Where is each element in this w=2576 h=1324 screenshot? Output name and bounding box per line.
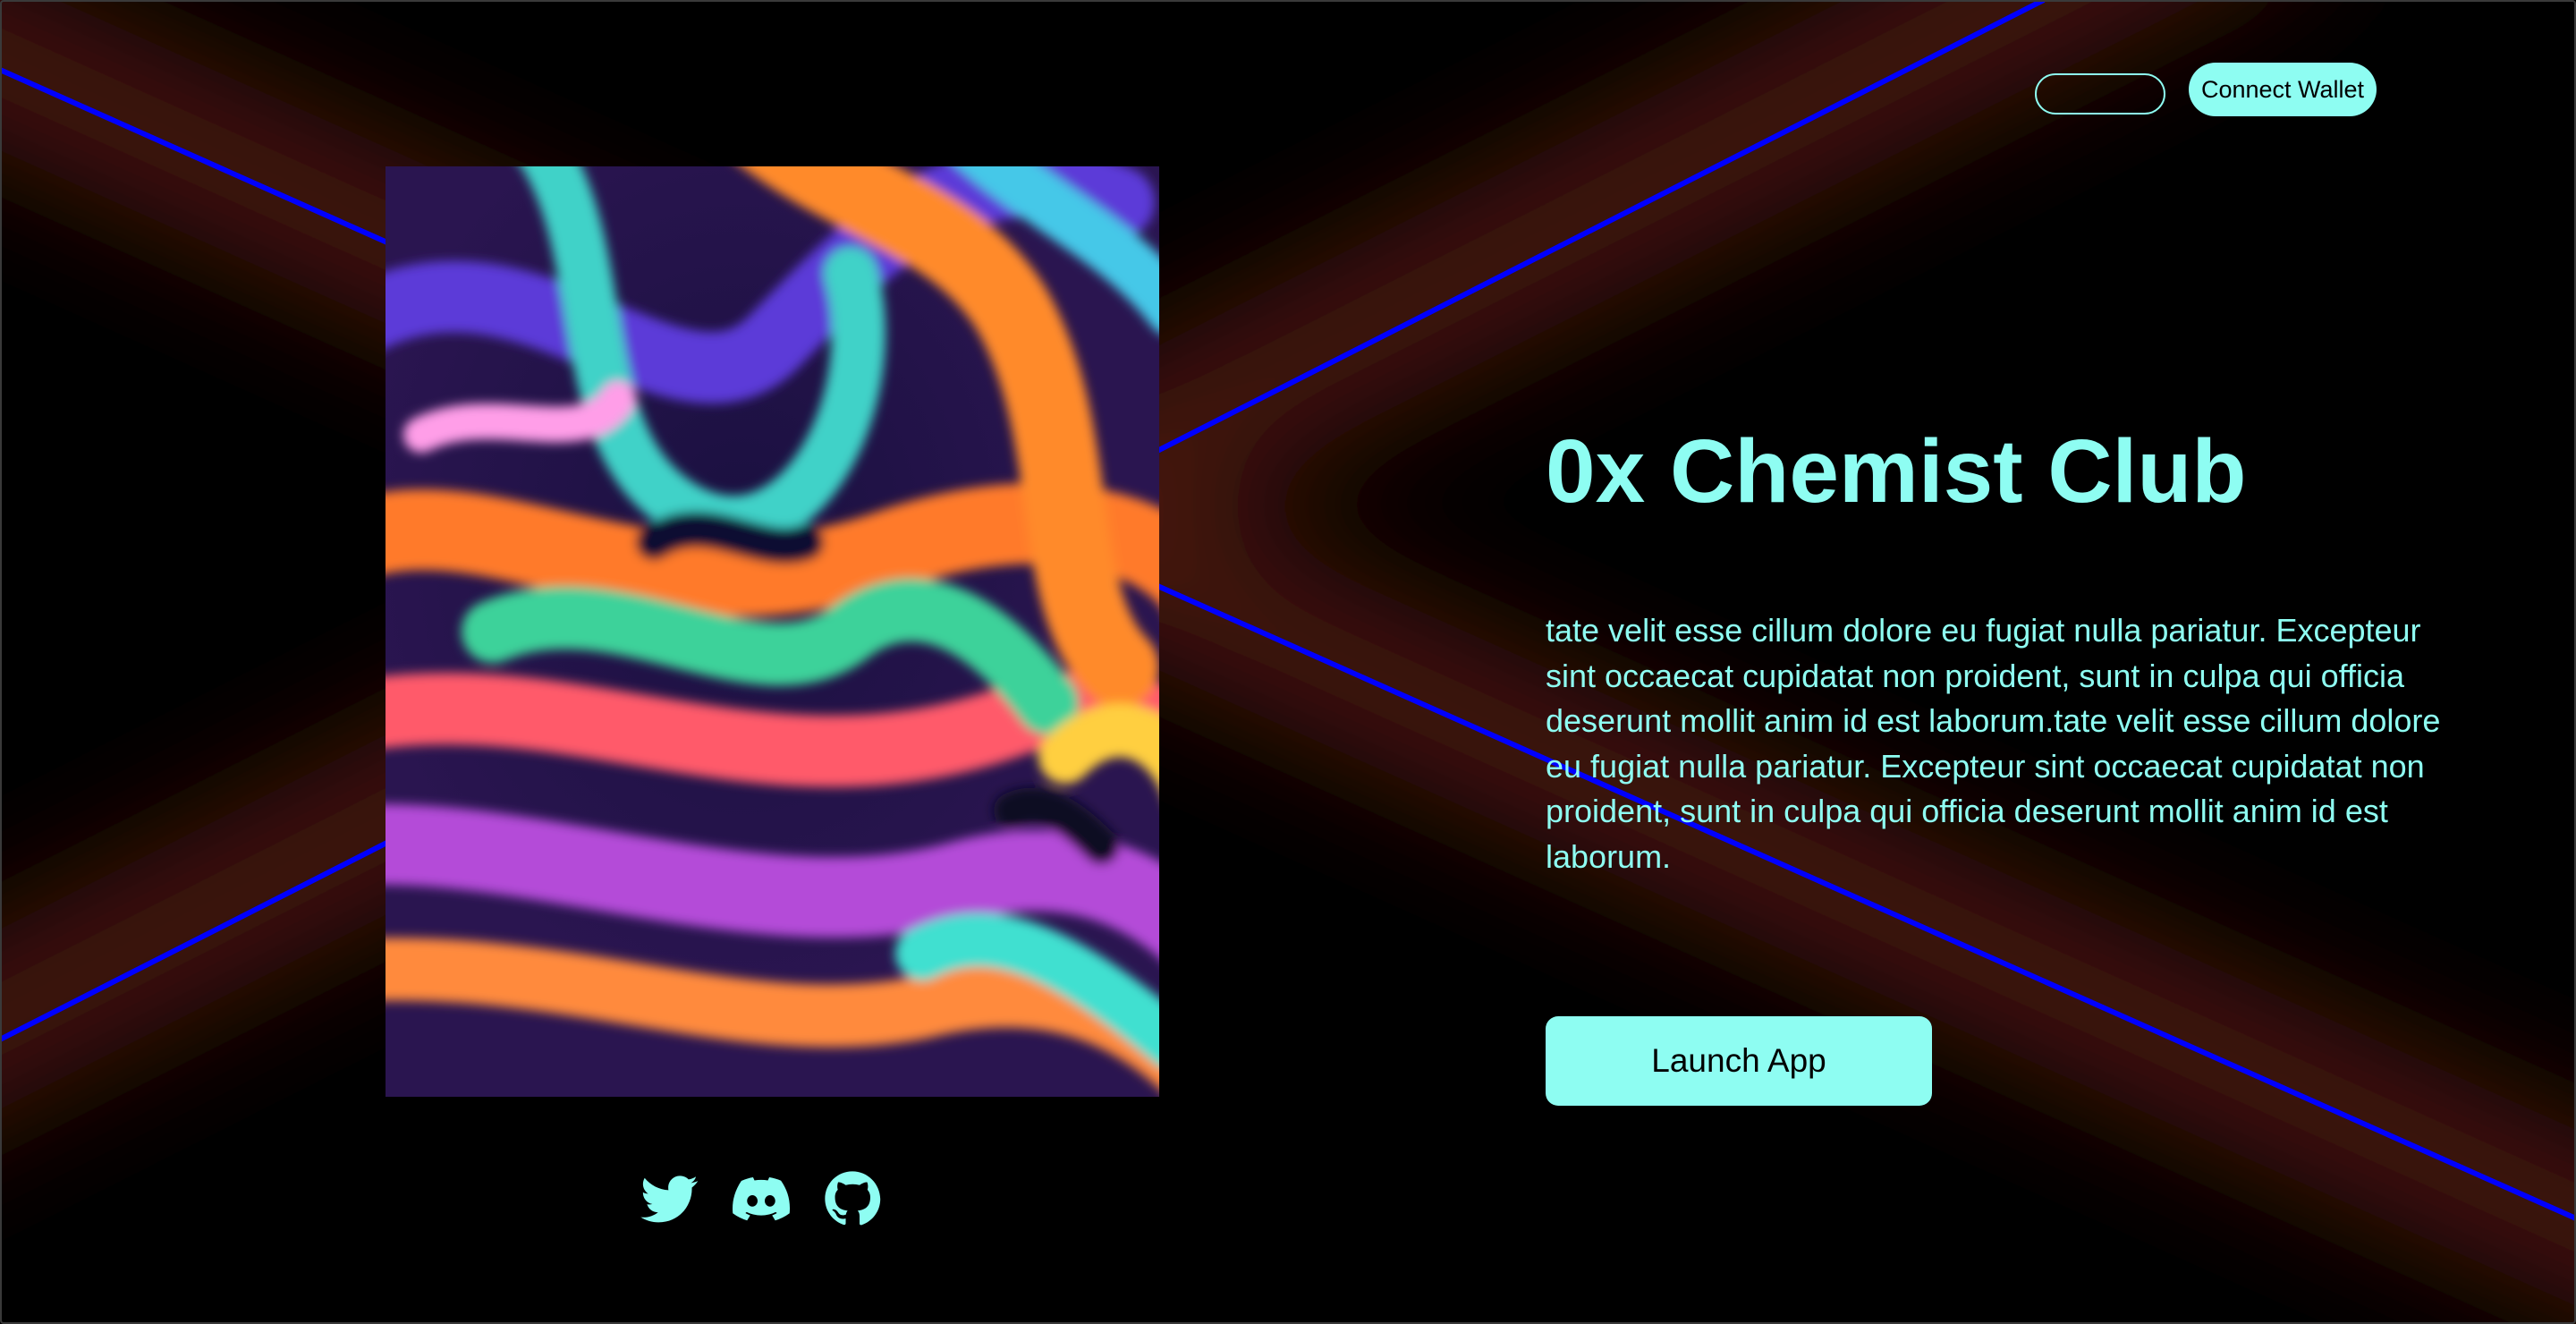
- github-icon[interactable]: [823, 1170, 882, 1227]
- social-links: [640, 1170, 882, 1227]
- launch-app-button[interactable]: Launch App: [1546, 1016, 1932, 1106]
- twitter-icon[interactable]: [640, 1170, 699, 1227]
- connect-wallet-button[interactable]: Connect Wallet: [2189, 63, 2377, 116]
- hero-description: tate velit esse cillum dolore eu fugiat …: [1546, 612, 2441, 875]
- nft-artwork: [386, 166, 1159, 1097]
- page-title: 0x Chemist Club: [1546, 421, 2247, 522]
- discord-icon[interactable]: [732, 1170, 791, 1227]
- secondary-nav-button[interactable]: [2035, 73, 2165, 115]
